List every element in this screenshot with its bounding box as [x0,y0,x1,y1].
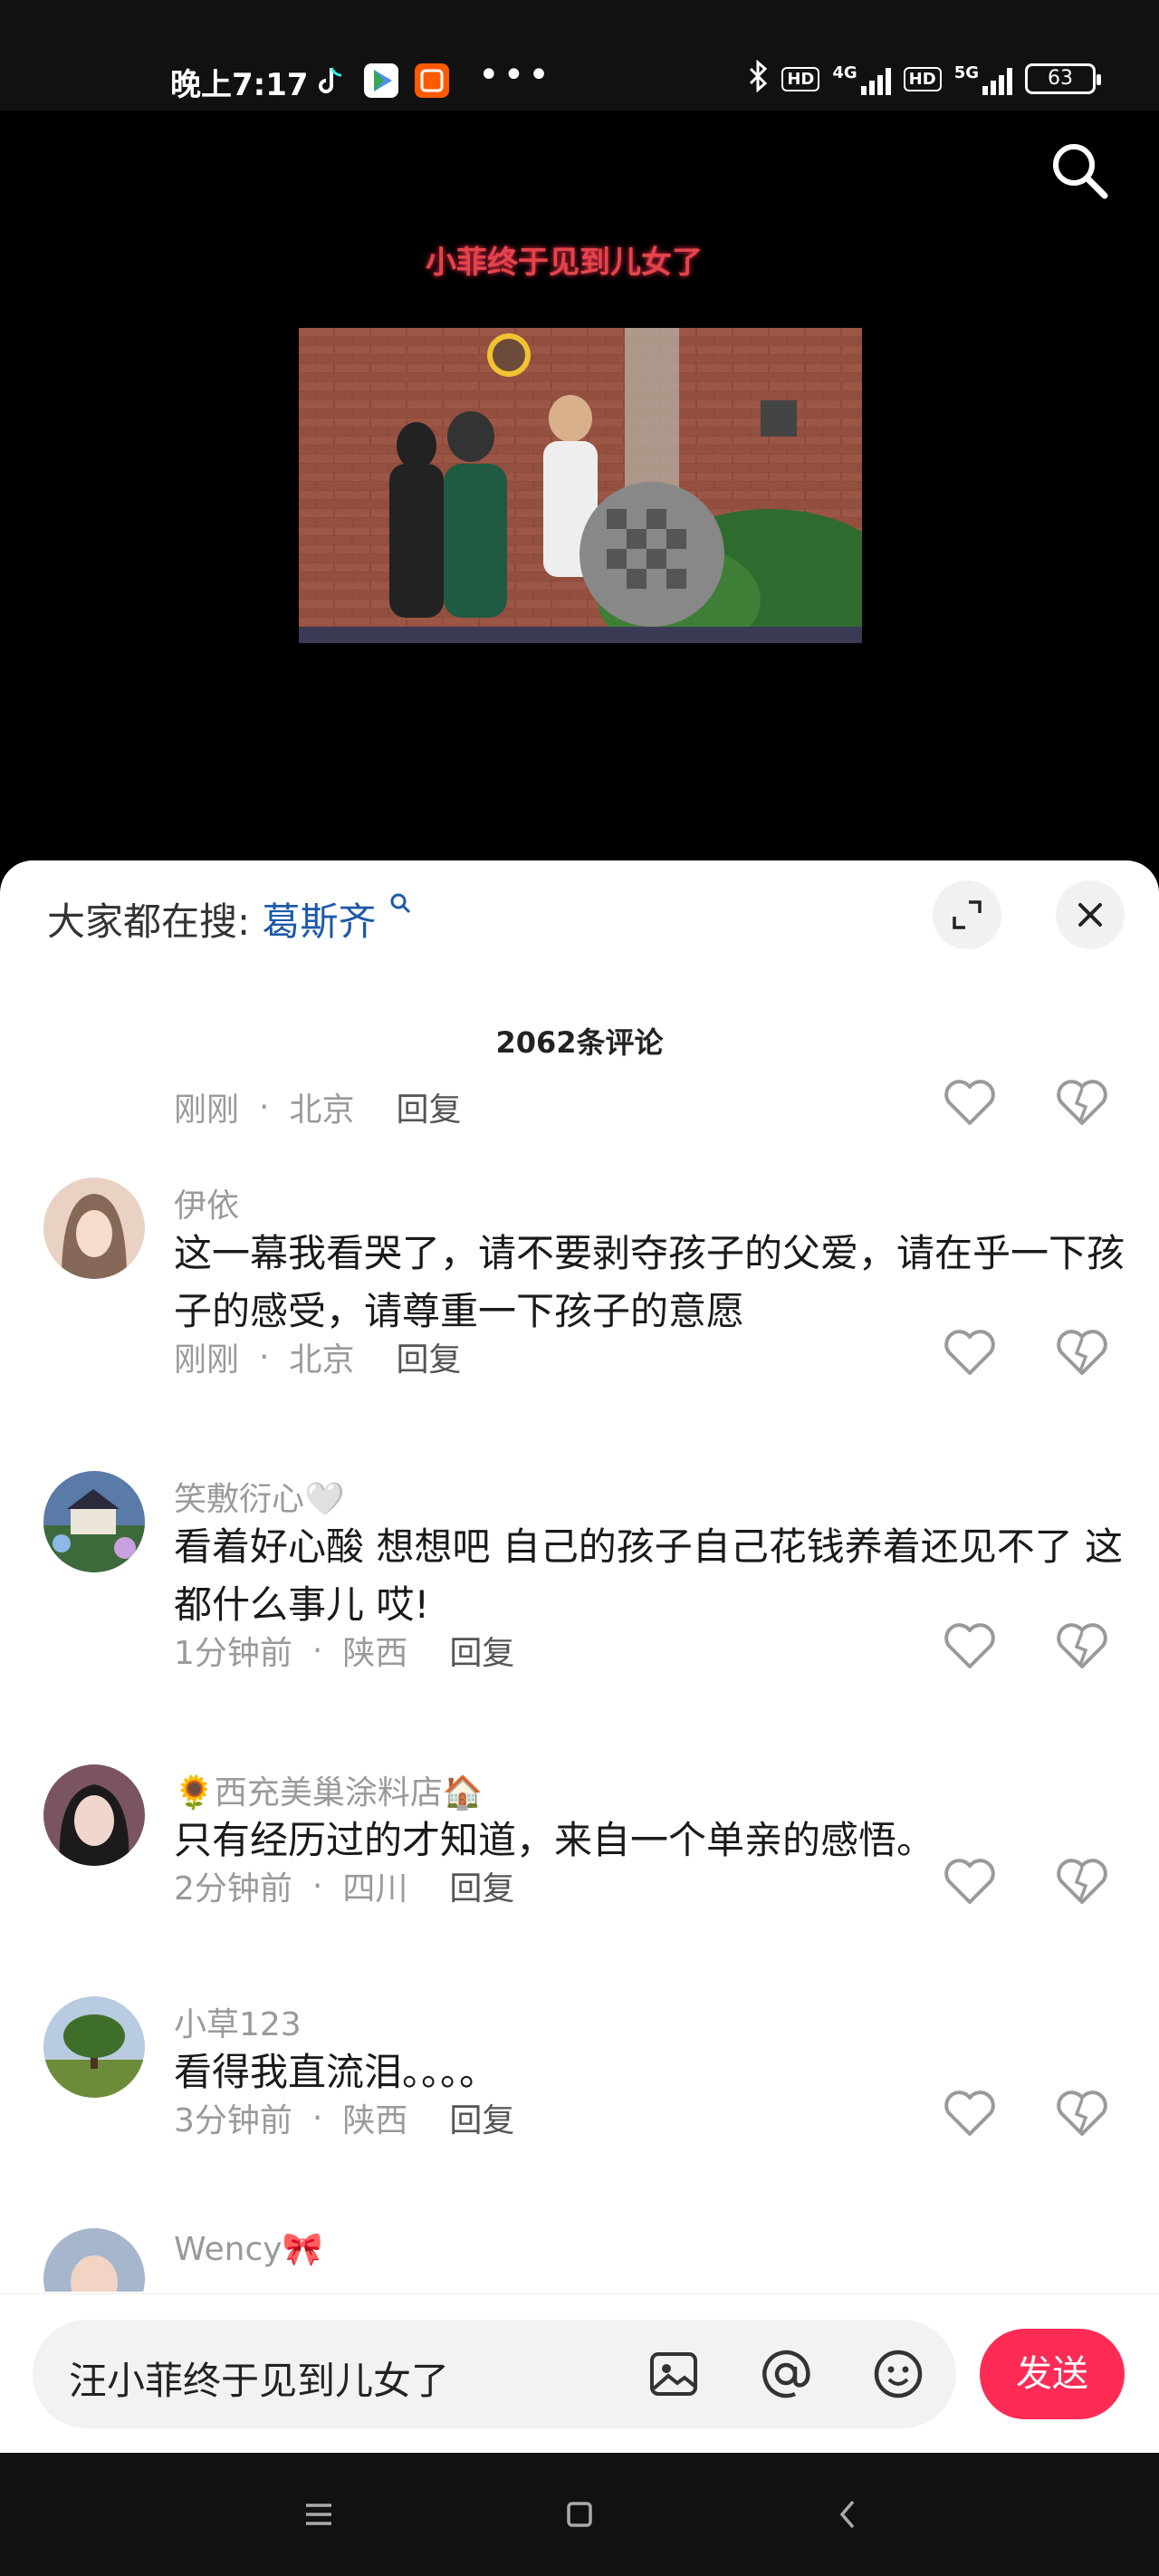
status-indicators: HD 4G HD 5G 63 [747,59,1101,98]
comment-count: 2062条评论 [495,1025,664,1060]
home-icon[interactable] [554,2489,605,2540]
more-notifications-icon: ••• [478,54,553,96]
avatar[interactable] [43,1177,145,1279]
video-thumbnail [299,328,862,643]
send-button[interactable]: 发送 [980,2329,1125,2419]
status-bar: 晚上7:17 ••• HD 4G HD 5G 63 [0,0,1159,111]
dislike-icon[interactable] [1056,1330,1108,1377]
like-icon[interactable] [943,1330,996,1377]
image-icon[interactable] [645,2345,703,2403]
avatar[interactable] [43,2228,145,2292]
signal-icon [860,66,891,95]
close-button[interactable] [1056,880,1125,949]
comment-username[interactable]: 小草123 [174,1998,302,2045]
comment-input[interactable]: 汪小菲终于见到儿女了 [33,2320,956,2428]
system-nav-bar [0,2453,1159,2576]
search-icon[interactable] [1047,138,1112,203]
battery-icon: 63 [1025,63,1101,94]
comment-location: 四川 [342,1870,408,1908]
comment-time: 刚刚 [174,1341,240,1379]
close-icon [1078,903,1102,927]
taobao-icon [415,63,449,98]
reply-button[interactable]: 回复 [449,1862,514,1909]
comment-username[interactable]: 🌻西充美巢涂料店🏠 [174,1766,484,1813]
comment-location: 北京 [289,1341,355,1379]
video-caption: 小菲终于见到儿女了 [426,245,703,281]
comment-input-bar: 汪小菲终于见到儿女了 发送 [0,2293,1159,2453]
dislike-icon[interactable] [1056,2091,1108,2138]
comment-text: 看着好心酸 想想吧 自己的孩子自己花钱养着还见不了 这都什么事儿 哎! [174,1524,1124,1627]
trending-search-prefix: 大家都在搜: [47,899,251,944]
like-icon[interactable] [943,1623,996,1670]
comment-input-value[interactable]: 汪小菲终于见到儿女了 [69,2350,449,2406]
comment-username[interactable]: 笑敷衍心🤍 [174,1473,345,1520]
comment-username[interactable]: 伊依 [174,1179,239,1226]
trending-search[interactable]: 大家都在搜: 葛斯齐 [47,891,412,947]
menu-icon[interactable] [293,2489,344,2540]
tiktok-icon [313,63,348,98]
expand-icon [953,900,982,929]
comment-time: 3分钟前 [174,2102,292,2139]
reply-button[interactable]: 回复 [396,1083,461,1130]
avatar[interactable] [43,1996,145,2098]
comment-time: 1分钟前 [174,1635,292,1672]
like-icon[interactable] [943,1859,996,1906]
bluetooth-icon [747,59,769,98]
reply-button[interactable]: 回复 [396,1333,461,1380]
comment-username[interactable]: Wency🎀 [174,2230,322,2268]
dislike-icon[interactable] [1056,1080,1108,1127]
comment-meta: 3分钟前 · 陕西 回复 [174,2094,514,2141]
comment-item: Wency🎀 [0,2228,1159,2292]
emoji-icon[interactable] [869,2345,927,2403]
expand-button[interactable] [933,880,1001,949]
like-icon[interactable] [943,2091,996,2138]
like-icon[interactable] [943,1080,996,1127]
comment-location: 陕西 [342,2102,408,2139]
signal-icon [982,66,1012,95]
comment-meta: 刚刚 · 北京 回复 [174,1333,462,1380]
reply-button[interactable]: 回复 [449,1627,514,1674]
comment-text: 这一幕我看哭了，请不要剥夺孩子的父爱，请在乎一下孩子的感受，请尊重一下孩子的意愿 [174,1231,1125,1333]
small-search-icon [388,893,412,944]
network-type: 4G [832,62,857,82]
dislike-icon[interactable] [1056,1859,1108,1906]
network-type: 5G [953,62,979,82]
status-time: 晚上7:17 [170,67,309,103]
comment-sheet: 大家都在搜: 葛斯齐 2062条评论 刚刚 · 北京 回复 伊依 这一幕我看哭了… [0,860,1159,2453]
avatar[interactable] [43,1764,145,1866]
dislike-icon[interactable] [1056,1623,1108,1670]
comment-time: 刚刚 [174,1091,240,1129]
avatar[interactable] [43,1471,145,1572]
reply-button[interactable]: 回复 [449,2094,514,2141]
hd-badge: HD [781,66,820,91]
comment-meta: 2分钟前 · 四川 回复 [174,1862,514,1909]
trending-search-term[interactable]: 葛斯齐 [263,899,377,944]
play-store-icon [364,63,398,98]
video-player[interactable]: 小菲终于见到儿女了 [0,111,1159,860]
hd-badge: HD [903,66,942,91]
comment-meta: 刚刚 · 北京 回复 [174,1083,462,1130]
comment-meta: 1分钟前 · 陕西 回复 [174,1627,514,1674]
mention-icon[interactable] [757,2345,815,2403]
comment-location: 陕西 [342,1635,408,1672]
comment-location: 北京 [289,1091,355,1129]
back-icon[interactable] [822,2489,873,2540]
comment-time: 2分钟前 [174,1870,292,1908]
